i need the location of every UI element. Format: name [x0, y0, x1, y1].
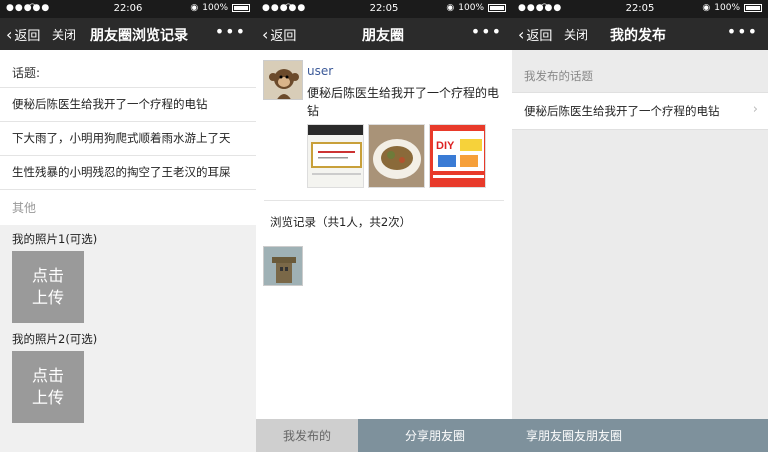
viewer-avatar[interactable]: [263, 246, 303, 286]
back-label: 返回: [270, 29, 297, 44]
chevron-left-icon: ‹: [6, 24, 13, 44]
nav-bar: ‹ 返回 关闭 朋友圈浏览记录 •••: [0, 18, 256, 50]
battery-percent: 100%: [458, 3, 484, 13]
share-bar[interactable]: 享朋友圈友朋友圈: [512, 419, 768, 452]
chevron-left-icon: ‹: [262, 24, 269, 44]
chevron-right-icon: ›: [752, 102, 758, 117]
my-topic-item[interactable]: 便秘后陈医生给我开了一个疗程的电钻 ›: [512, 92, 768, 130]
post-image-food[interactable]: [368, 124, 425, 188]
monkey-avatar-icon[interactable]: [263, 60, 303, 100]
photo1-label: 我的照片1(可选): [12, 232, 98, 246]
back-button[interactable]: ‹ 返回: [518, 25, 552, 44]
topic-item[interactable]: 便秘后陈医生给我开了一个疗程的电钻: [0, 87, 256, 121]
my-topic-text: 便秘后陈医生给我开了一个疗程的电钻: [524, 104, 720, 118]
upload-line1: 点击: [31, 266, 64, 285]
topics-label: 话题:: [0, 50, 256, 87]
battery-icon: [488, 4, 506, 12]
close-button[interactable]: 关闭: [564, 26, 588, 43]
lock-icon: ◉: [446, 3, 455, 13]
status-right: ◉ 100%: [190, 3, 250, 13]
username-link[interactable]: user: [307, 64, 333, 78]
share-bar-text: 享朋友圈友朋友圈: [526, 429, 623, 443]
topic-item[interactable]: 生性残暴的小明残忍的掏空了王老汉的耳屎: [0, 155, 256, 189]
chevron-left-icon: ‹: [518, 24, 525, 44]
upload-photo1-button[interactable]: 点击 上传: [12, 251, 84, 323]
post-images: DIY: [307, 124, 486, 188]
status-right: ◉ 100%: [702, 3, 762, 13]
status-bar: ●●●●● ◠ 22:05 ◉ 100%: [512, 0, 768, 18]
battery-percent: 100%: [714, 3, 740, 13]
upload-photo2-button[interactable]: 点击 上传: [12, 351, 84, 423]
topic-item[interactable]: 下大雨了，小明用狗爬式顺着雨水游上了天: [0, 121, 256, 155]
more-dots-icon[interactable]: •••: [215, 22, 246, 41]
back-button[interactable]: ‹ 返回: [6, 25, 40, 44]
status-right: ◉ 100%: [446, 3, 506, 13]
post-image-diy-sticker[interactable]: DIY: [429, 124, 486, 188]
close-button[interactable]: 关闭: [52, 26, 76, 43]
battery-icon: [744, 4, 762, 12]
my-posts-button[interactable]: 我发布的: [256, 419, 358, 452]
more-dots-icon[interactable]: •••: [471, 22, 502, 41]
phone-moments: ●●●●● ◠ 22:05 ◉ 100% ‹ 返回 朋友圈 ••• user 便…: [256, 0, 512, 452]
back-button[interactable]: ‹ 返回: [262, 25, 296, 44]
section-label: 我发布的话题: [524, 69, 593, 83]
nav-bar: ‹ 返回 朋友圈 •••: [256, 18, 512, 50]
page-title: 朋友圈: [362, 28, 404, 44]
post-image-certificate[interactable]: [307, 124, 364, 188]
back-label: 返回: [526, 29, 553, 44]
phone-browse-history: ●●●●● ◠ 22:06 ◉ 100% ‹ 返回 关闭 朋友圈浏览记录 •••…: [0, 0, 256, 452]
lock-icon: ◉: [190, 3, 199, 13]
upload-line1: 点击: [31, 366, 64, 385]
back-label: 返回: [14, 29, 41, 44]
upload-line2: 上传: [31, 388, 64, 407]
page-title: 朋友圈浏览记录: [90, 28, 188, 44]
battery-percent: 100%: [202, 3, 228, 13]
nav-bar: ‹ 返回 关闭 我的发布 •••: [512, 18, 768, 50]
divider: [264, 200, 504, 201]
page-title: 我的发布: [610, 28, 666, 44]
lock-icon: ◉: [702, 3, 711, 13]
status-bar: ●●●●● ◠ 22:06 ◉ 100%: [0, 0, 256, 18]
share-moments-button[interactable]: 分享朋友圈: [358, 419, 512, 452]
browse-record-label: 浏览记录（共1人，共2次）: [270, 215, 412, 229]
moment-post: user 便秘后陈医生给我开了一个疗程的电钻 DIY: [256, 50, 512, 200]
post-text: 便秘后陈医生给我开了一个疗程的电钻: [307, 86, 500, 118]
bottom-bar: 我发布的 分享朋友圈: [256, 419, 512, 452]
more-dots-icon[interactable]: •••: [727, 22, 758, 41]
battery-icon: [232, 4, 250, 12]
phone-my-posts: ●●●●● ◠ 22:05 ◉ 100% ‹ 返回 关闭 我的发布 ••• 我发…: [512, 0, 768, 452]
photo2-label: 我的照片2(可选): [12, 332, 98, 346]
upload-line2: 上传: [31, 288, 64, 307]
svg-text:DIY: DIY: [436, 140, 455, 152]
status-bar: ●●●●● ◠ 22:05 ◉ 100%: [256, 0, 512, 18]
other-label: 其他: [0, 189, 256, 225]
